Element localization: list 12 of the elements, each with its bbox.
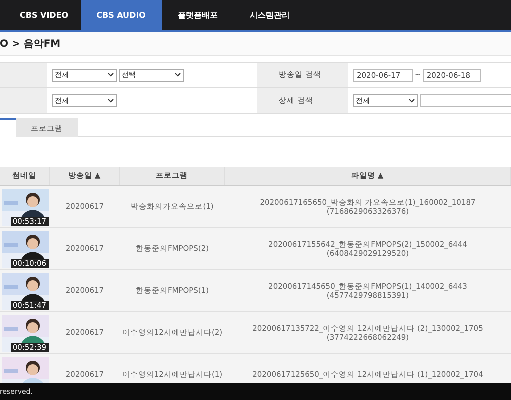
nav-tab[interactable]: 시스템관리: [234, 0, 306, 30]
tab[interactable]: [0, 118, 16, 137]
caret-icon: [409, 98, 415, 102]
breadcrumb: O > 음악FM: [0, 38, 61, 50]
nav-tab[interactable]: CBS VIDEO: [8, 0, 81, 30]
nav-tab[interactable]: 플랫폼배포: [162, 0, 234, 30]
label-cell: [0, 88, 47, 113]
caret-icon: [108, 98, 114, 102]
nav-tab[interactable]: CBS AUDIO: [80, 0, 162, 30]
search-field[interactable]: [420, 94, 511, 107]
caret-icon: [108, 73, 114, 77]
caret-icon: [175, 73, 181, 77]
